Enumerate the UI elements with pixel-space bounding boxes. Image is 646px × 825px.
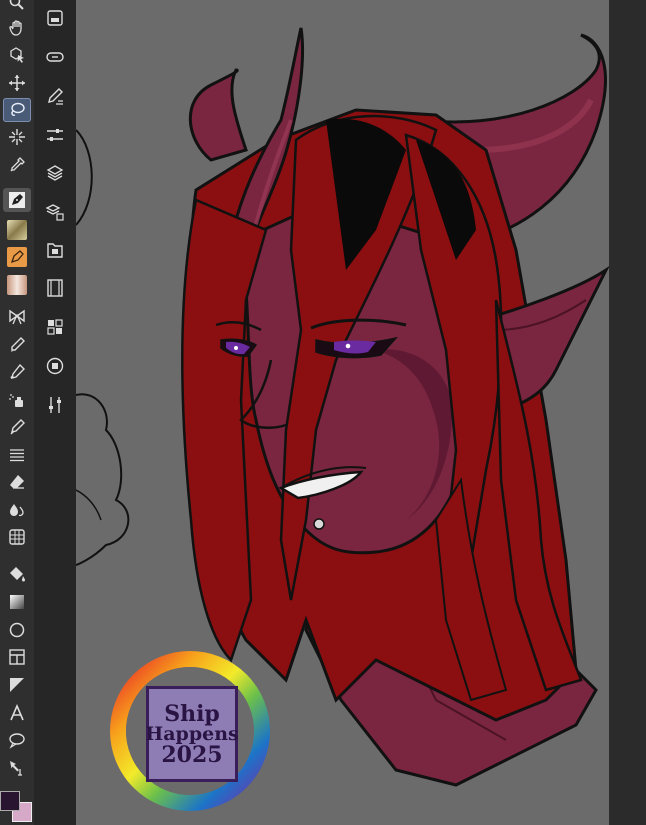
pen-icon xyxy=(10,419,25,435)
cursor-object-icon xyxy=(10,47,24,63)
color-set-icon xyxy=(47,319,63,335)
color-wheel-panel[interactable] xyxy=(41,353,69,379)
navigator-panel[interactable] xyxy=(41,5,69,31)
speech-balloon-icon xyxy=(9,733,25,749)
magic-wand-tool[interactable] xyxy=(3,125,31,149)
blend-tool[interactable] xyxy=(3,498,31,522)
eraser-icon xyxy=(10,475,24,489)
brush-list-icon xyxy=(48,88,63,105)
timeline-panel[interactable] xyxy=(41,275,69,301)
ruler-tool[interactable] xyxy=(3,673,31,697)
tool-property-panel[interactable] xyxy=(41,122,69,148)
navigator-icon xyxy=(47,10,63,26)
brush-preset-2[interactable] xyxy=(3,245,31,269)
adjust-sliders-icon xyxy=(49,397,61,413)
gradient-thumbnail xyxy=(7,275,27,295)
ship-happens-logo: Ship Happens 2025 xyxy=(108,649,272,813)
orange-pen-thumbnail xyxy=(7,247,27,267)
correct-line-tool[interactable] xyxy=(3,756,31,780)
grid-tool[interactable] xyxy=(3,525,31,549)
layers-icon xyxy=(46,165,64,181)
sliders-icon xyxy=(47,129,63,141)
airbrush-icon xyxy=(9,394,23,407)
layer-props-icon xyxy=(45,204,64,221)
move-tool[interactable] xyxy=(3,71,31,95)
eyedropper-icon xyxy=(10,157,25,172)
brush-preset-3[interactable] xyxy=(3,273,31,297)
frame-tool[interactable] xyxy=(3,645,31,669)
link-icon xyxy=(46,52,64,62)
film-icon xyxy=(47,279,63,297)
panel-dock xyxy=(34,0,76,825)
hatching-tool[interactable] xyxy=(3,443,31,467)
lasso-tool[interactable] xyxy=(3,98,31,122)
sparkle-wand-icon xyxy=(9,129,25,145)
pencil-tool[interactable] xyxy=(3,333,31,357)
drops-icon xyxy=(10,504,24,517)
layer-panel[interactable] xyxy=(41,160,69,186)
logo-line-2: Happens xyxy=(145,722,239,745)
sub-view-panel[interactable] xyxy=(41,44,69,70)
tool-palette xyxy=(0,0,34,825)
shape-tool[interactable] xyxy=(3,618,31,642)
brush-size-panel[interactable] xyxy=(41,84,69,110)
correct-line-icon xyxy=(10,761,22,776)
lines-icon xyxy=(10,449,24,462)
hand-tool[interactable] xyxy=(3,16,31,40)
color-set-panel[interactable] xyxy=(41,314,69,340)
circle-icon xyxy=(9,622,25,638)
decoration-tool[interactable] xyxy=(3,305,31,329)
text-tool[interactable] xyxy=(3,701,31,725)
grid-frame-icon xyxy=(9,529,25,545)
pen-nib-icon xyxy=(9,192,25,208)
pencil-icon xyxy=(11,337,25,352)
bow-icon xyxy=(9,309,25,325)
object-tool[interactable] xyxy=(3,43,31,67)
pen-tool[interactable] xyxy=(3,188,31,212)
logo-line-1: Ship xyxy=(164,700,220,727)
material-panel[interactable] xyxy=(41,237,69,263)
airbrush-tool[interactable] xyxy=(3,388,31,412)
main-color-swatch[interactable] xyxy=(0,791,20,811)
lasso-icon xyxy=(11,102,25,116)
gradient-tool[interactable] xyxy=(3,590,31,614)
text-a-icon xyxy=(10,704,24,721)
paint-bucket-icon xyxy=(10,567,25,582)
material-icon xyxy=(47,243,63,258)
fill-pen-tool[interactable] xyxy=(3,415,31,439)
magnifier-icon xyxy=(9,0,24,10)
hand-icon xyxy=(9,20,22,36)
move-arrows-icon xyxy=(9,75,25,91)
marker-tool[interactable] xyxy=(3,360,31,384)
gradient-icon xyxy=(10,595,24,609)
logo-wordmark: Ship Happens 2025 xyxy=(145,686,239,782)
eyedropper-tool[interactable] xyxy=(3,153,31,177)
layer-property-panel[interactable] xyxy=(41,199,69,225)
right-panel-edge xyxy=(609,0,646,825)
drawing-canvas[interactable]: Ship Happens 2025 xyxy=(76,0,609,825)
color-circle-icon xyxy=(46,357,64,375)
eraser-tool[interactable] xyxy=(3,470,31,494)
logo-line-3: 2025 xyxy=(161,741,223,768)
marker-icon xyxy=(10,363,25,379)
brush-preset-1[interactable] xyxy=(3,218,31,242)
adjustment-panel[interactable] xyxy=(41,392,69,418)
frame-border-icon xyxy=(9,649,25,665)
fill-tool[interactable] xyxy=(3,562,31,586)
zoom-tool[interactable] xyxy=(3,0,31,15)
brush-thumbnail xyxy=(7,220,27,240)
balloon-tool[interactable] xyxy=(3,728,31,752)
ruler-icon xyxy=(10,678,24,692)
